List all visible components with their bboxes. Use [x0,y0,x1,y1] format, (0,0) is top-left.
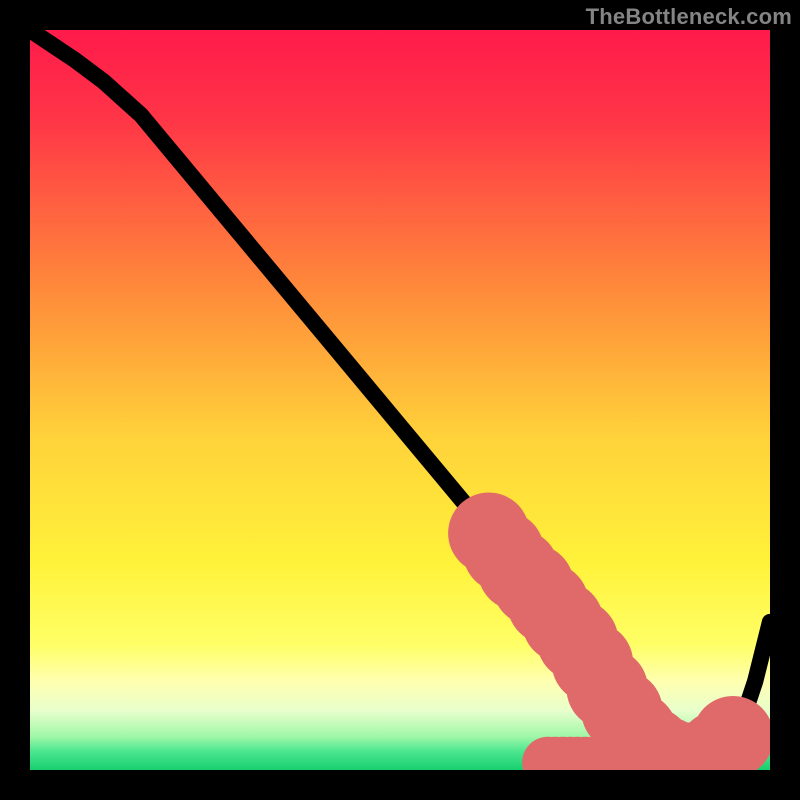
plot-area [30,30,770,770]
chart-frame: TheBottleneck.com [0,0,800,800]
watermark-text: TheBottleneck.com [586,4,792,30]
bottleneck-curve [30,30,770,763]
marker-group [448,493,770,771]
curve-layer [30,30,770,770]
